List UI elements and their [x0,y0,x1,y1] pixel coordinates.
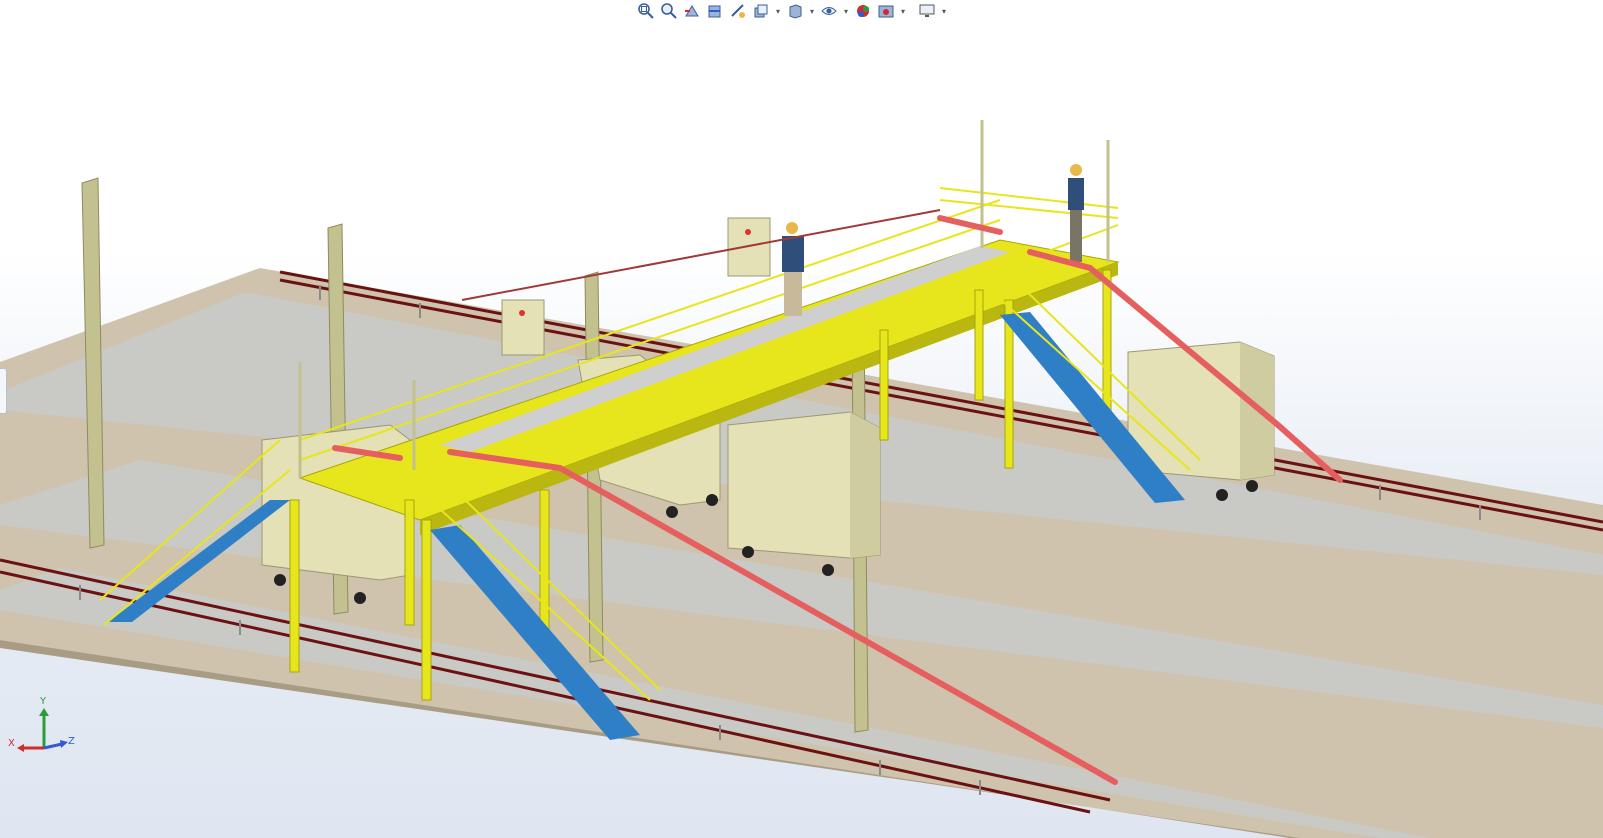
heads-up-view-toolbar: ▾ ▾ ▾ ▾ ▾ [636,0,948,22]
3d-model-view[interactable] [0,0,1603,838]
edit-appearance-icon[interactable] [853,1,873,21]
zoom-to-fit-icon[interactable] [636,1,656,21]
chevron-down-icon[interactable]: ▾ [842,1,850,21]
view-orientation-icon[interactable] [751,1,771,21]
triad-axes-icon [17,708,68,752]
triad-y-label: Y [40,696,47,707]
section-view-icon[interactable] [705,1,725,21]
chevron-down-icon[interactable]: ▾ [808,1,816,21]
chevron-down-icon[interactable]: ▾ [940,1,948,21]
equipment-cart [727,411,881,576]
dynamic-annotation-views-icon[interactable] [728,1,748,21]
chevron-down-icon[interactable]: ▾ [899,1,907,21]
reference-triad: Y X Z [8,696,78,760]
feature-tree-flyout-tab[interactable] [0,368,7,414]
chevron-down-icon[interactable]: ▾ [774,1,782,21]
display-style-icon[interactable] [785,1,805,21]
apply-scene-icon[interactable] [876,1,896,21]
hide-show-items-icon[interactable] [819,1,839,21]
graphics-area[interactable]: ▾ ▾ ▾ ▾ ▾ Y X Z [0,0,1603,838]
zoom-to-area-icon[interactable] [659,1,679,21]
triad-z-label: Z [68,736,75,747]
previous-view-icon[interactable] [682,1,702,21]
worker-figure [1068,164,1084,262]
view-settings-icon[interactable] [917,1,937,21]
triad-x-label: X [8,738,15,749]
